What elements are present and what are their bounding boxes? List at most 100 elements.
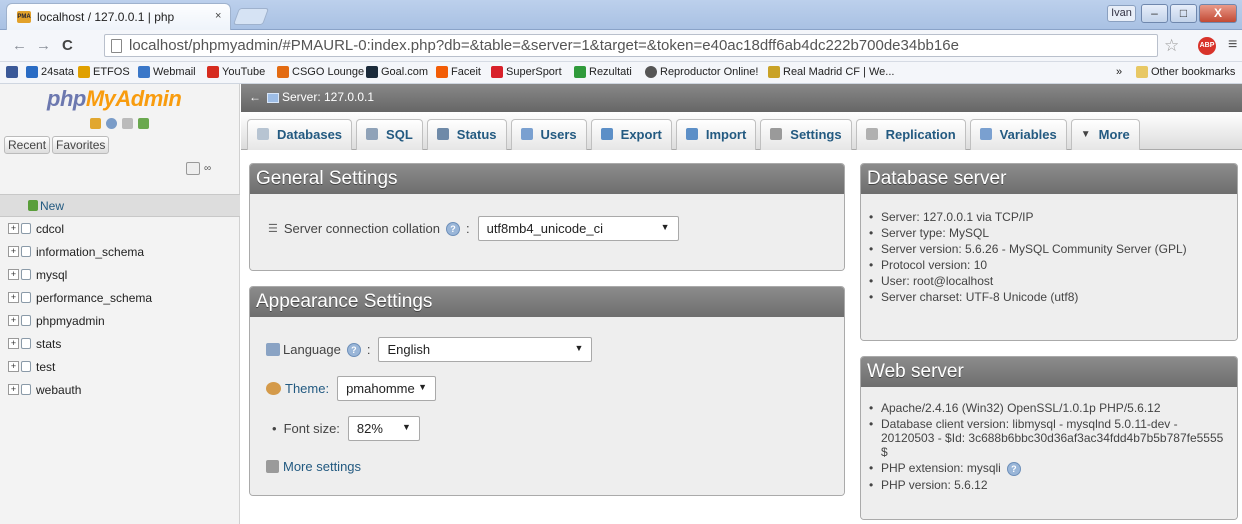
bookmark-label: 24sata — [41, 66, 75, 78]
bookmark-8[interactable]: Rezultati — [574, 66, 632, 78]
bookmark-overflow-button[interactable]: » — [1116, 66, 1122, 78]
bookmark-icon — [366, 66, 378, 78]
address-bar: ← → C localhost/phpmyadmin/#PMAURL-0:ind… — [0, 30, 1242, 62]
bookmark-5[interactable]: Goal.com — [366, 66, 428, 78]
expand-icon[interactable]: + — [8, 361, 19, 372]
help-icon[interactable]: ? — [346, 342, 361, 357]
tab-sql[interactable]: SQL — [356, 119, 423, 150]
home-icon[interactable] — [90, 118, 101, 129]
db-item[interactable]: + test — [0, 355, 240, 378]
list-item: Database client version: libmysql - mysq… — [867, 417, 1231, 459]
dropdown-caret-icon: ▼ — [418, 382, 428, 392]
db-item[interactable]: + information_schema — [0, 240, 240, 263]
tab-label: Status — [456, 127, 497, 142]
logout-icon[interactable] — [106, 118, 117, 129]
theme-value: pmahomme — [346, 381, 415, 396]
recent-button[interactable]: Recent — [4, 136, 51, 154]
minimize-button[interactable]: – — [1141, 4, 1168, 23]
tab-label: Import — [705, 127, 747, 142]
db-item[interactable]: + cdcol — [0, 217, 240, 240]
list-icon: ☰ — [268, 223, 278, 235]
tab-variables[interactable]: Variables — [969, 119, 1067, 150]
bookmark-0[interactable]: 24sata — [26, 66, 74, 78]
list-item: PHP version: 5.6.12 — [867, 478, 1231, 492]
docs-icon[interactable] — [122, 118, 133, 129]
expand-icon[interactable]: + — [8, 338, 19, 349]
bookmark-6[interactable]: Faceit — [436, 66, 481, 78]
expand-icon[interactable]: + — [8, 384, 19, 395]
forward-icon[interactable]: → — [36, 37, 51, 54]
adblock-icon[interactable]: ABP — [1198, 37, 1216, 55]
expand-icon[interactable]: + — [8, 246, 19, 257]
new-database-item[interactable]: New — [0, 194, 240, 217]
database-icon — [21, 384, 31, 395]
new-tab-button[interactable] — [232, 8, 270, 25]
expand-icon[interactable]: + — [8, 269, 19, 280]
database-icon — [21, 292, 31, 303]
tab-replication[interactable]: Replication — [855, 119, 966, 150]
tab-status[interactable]: Status — [426, 119, 507, 150]
tab-export[interactable]: Export — [590, 119, 672, 150]
export-icon — [600, 128, 613, 140]
theme-row: Theme: pmahomme ▼ — [266, 376, 437, 401]
bookmark-4[interactable]: CSGO Lounge — [277, 66, 364, 78]
tab-more[interactable]: ▼ More — [1070, 119, 1140, 150]
window-close-button[interactable]: X — [1199, 4, 1237, 23]
maximize-button[interactable]: □ — [1170, 4, 1197, 23]
favorites-button[interactable]: Favorites — [52, 136, 110, 154]
db-item[interactable]: + phpmyadmin — [0, 309, 240, 332]
bookmark-9[interactable]: Reproductor Online! — [645, 66, 758, 78]
facebook-bookmark-icon[interactable] — [6, 66, 18, 78]
url-input[interactable]: localhost/phpmyadmin/#PMAURL-0:index.php… — [104, 34, 1158, 57]
browser-menu-icon[interactable]: ≡ — [1228, 36, 1237, 54]
collapse-all-icon[interactable] — [186, 162, 200, 175]
bookmark-3[interactable]: YouTube — [207, 66, 265, 78]
expand-icon[interactable]: + — [8, 315, 19, 326]
db-label: performance_schema — [36, 290, 153, 305]
profile-badge[interactable]: Ivan — [1107, 5, 1136, 22]
wrench-icon — [770, 128, 783, 140]
caret-down-icon: ▼ — [1080, 129, 1091, 140]
bookmark-7[interactable]: SuperSport — [491, 66, 562, 78]
fontsize-select[interactable]: 82% ▼ — [347, 416, 420, 441]
db-item[interactable]: + stats — [0, 332, 240, 355]
theme-select[interactable]: pmahomme ▼ — [337, 376, 437, 401]
bookmark-2[interactable]: Webmail — [138, 66, 196, 78]
bookmark-1[interactable]: ETFOS — [78, 66, 130, 78]
tab-settings[interactable]: Settings — [760, 119, 852, 150]
general-settings-body: ☰ Server connection collation ?: utf8mb4… — [250, 194, 844, 270]
db-item[interactable]: + performance_schema — [0, 286, 240, 309]
other-bookmarks[interactable]: Other bookmarks — [1136, 66, 1235, 78]
pma-logo[interactable]: phpMyAdmin — [47, 86, 182, 112]
settings-icon[interactable] — [138, 118, 149, 129]
reload-icon[interactable]: C — [62, 37, 73, 54]
help-icon[interactable]: ? — [445, 221, 460, 236]
list-item: Server: 127.0.0.1 via TCP/IP — [867, 210, 1231, 224]
bookmark-star-icon[interactable]: ☆ — [1164, 36, 1179, 56]
server-label[interactable]: Server: 127.0.0.1 — [282, 90, 374, 104]
tab-close-icon[interactable]: × — [215, 10, 221, 22]
expand-icon[interactable]: + — [8, 292, 19, 303]
link-icon[interactable]: ∞ — [204, 163, 211, 174]
tab-users[interactable]: Users — [510, 119, 587, 150]
fontsize-row: • Font size: 82% ▼ — [272, 416, 420, 441]
back-icon[interactable]: ← — [12, 37, 27, 54]
list-item: User: root@localhost — [867, 274, 1231, 288]
browser-tab[interactable]: PMA localhost / 127.0.0.1 | php × — [6, 3, 231, 31]
help-icon[interactable]: ? — [1006, 462, 1021, 476]
language-select[interactable]: English ▼ — [378, 337, 593, 362]
collation-select[interactable]: utf8mb4_unicode_ci ▼ — [477, 216, 679, 241]
expand-icon[interactable]: + — [8, 223, 19, 234]
collapse-nav-icon[interactable]: ← — [249, 90, 261, 104]
list-item: Apache/2.4.16 (Win32) OpenSSL/1.0.1p PHP… — [867, 401, 1231, 415]
more-settings-row: More settings — [266, 459, 361, 474]
tab-import[interactable]: Import — [675, 119, 757, 150]
more-settings-link[interactable]: More settings — [283, 459, 361, 474]
logo-myadmin: MyAdmin — [85, 86, 182, 111]
replication-icon — [865, 128, 878, 140]
db-item[interactable]: + mysql — [0, 263, 240, 286]
bookmark-10[interactable]: Real Madrid CF | We... — [768, 66, 894, 78]
db-item[interactable]: + webauth — [0, 378, 240, 401]
bookmark-label: ETFOS — [93, 66, 130, 78]
tab-databases[interactable]: Databases — [247, 119, 353, 150]
